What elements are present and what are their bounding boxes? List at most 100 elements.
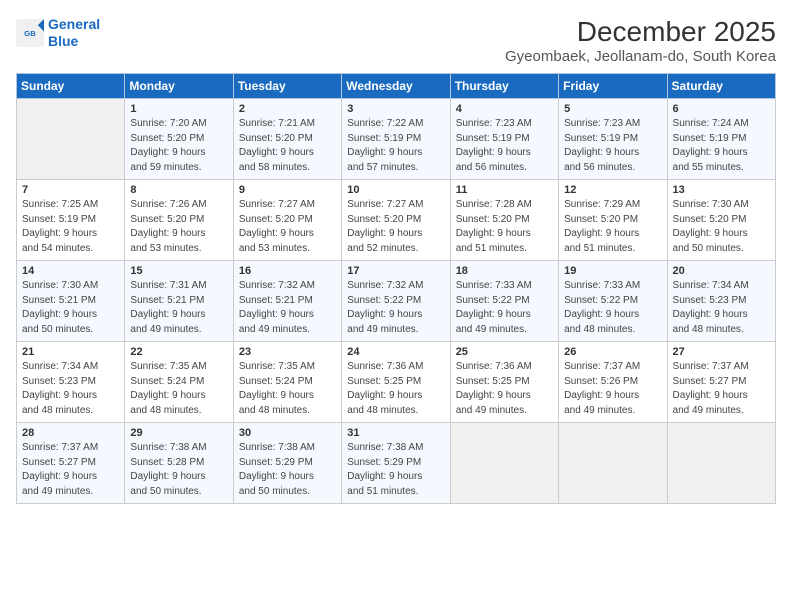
calendar-cell: 18Sunrise: 7:33 AMSunset: 5:22 PMDayligh… xyxy=(450,261,558,342)
cell-content: Sunrise: 7:38 AMSunset: 5:29 PMDaylight:… xyxy=(239,441,336,499)
calendar-cell: 30Sunrise: 7:38 AMSunset: 5:29 PMDayligh… xyxy=(233,423,341,504)
calendar-cell: 2Sunrise: 7:21 AMSunset: 5:20 PMDaylight… xyxy=(233,99,341,180)
cell-content: Sunrise: 7:37 AMSunset: 5:26 PMDaylight:… xyxy=(564,360,661,418)
day-number: 1 xyxy=(130,103,227,115)
calendar-cell: 6 Sunrise: 7:24 AMSunset: 5:19 PMDaylight… xyxy=(667,99,775,180)
calendar-cell: 11Sunrise: 7:28 AMSunset: 5:20 PMDayligh… xyxy=(450,180,558,261)
cell-content: Sunrise: 7:23 AMSunset: 5:19 PMDaylight:… xyxy=(456,117,553,175)
logo-line2: Blue xyxy=(48,33,78,49)
calendar-cell: 9 Sunrise: 7:27 AMSunset: 5:20 PMDaylight… xyxy=(233,180,341,261)
calendar-title: December 2025 xyxy=(505,16,776,48)
day-number: 3 xyxy=(347,103,444,115)
day-number: 14 xyxy=(22,265,119,277)
cell-content: Sunrise: 7:24 AMSunset: 5:19 PMDaylight:… xyxy=(673,117,770,175)
col-header-sunday: Sunday xyxy=(17,74,125,99)
calendar-week-row: 14 Sunrise: 7:30 AMSunset: 5:21 PMDayligh… xyxy=(17,261,776,342)
cell-content: Sunrise: 7:36 AMSunset: 5:25 PMDaylight:… xyxy=(456,360,553,418)
day-number: 5 xyxy=(564,103,661,115)
day-number: 8 xyxy=(130,184,227,196)
calendar-week-row: 28Sunrise: 7:37 AMSunset: 5:27 PMDayligh… xyxy=(17,423,776,504)
calendar-cell: 24 Sunrise: 7:36 AMSunset: 5:25 PMDayligh… xyxy=(342,342,450,423)
cell-content: Sunrise: 7:36 AMSunset: 5:25 PMDaylight:… xyxy=(347,360,444,418)
day-number: 24 xyxy=(347,346,444,358)
day-number: 10 xyxy=(347,184,444,196)
calendar-cell: 4 Sunrise: 7:23 AMSunset: 5:19 PMDaylight… xyxy=(450,99,558,180)
day-number: 27 xyxy=(673,346,770,358)
col-header-monday: Monday xyxy=(125,74,233,99)
calendar-cell xyxy=(667,423,775,504)
cell-content: Sunrise: 7:34 AMSunset: 5:23 PMDaylight:… xyxy=(22,360,119,418)
day-number: 19 xyxy=(564,265,661,277)
title-block: December 2025 Gyeombaek, Jeollanam-do, S… xyxy=(505,16,776,65)
cell-content: Sunrise: 7:23 AMSunset: 5:19 PMDaylight:… xyxy=(564,117,661,175)
page-header: GB General Blue December 2025 Gyeombaek,… xyxy=(16,16,776,65)
cell-content: Sunrise: 7:35 AMSunset: 5:24 PMDaylight:… xyxy=(239,360,336,418)
day-number: 12 xyxy=(564,184,661,196)
calendar-subtitle: Gyeombaek, Jeollanam-do, South Korea xyxy=(505,48,776,65)
calendar-week-row: 7Sunrise: 7:25 AMSunset: 5:19 PMDaylight… xyxy=(17,180,776,261)
calendar-cell: 15Sunrise: 7:31 AMSunset: 5:21 PMDayligh… xyxy=(125,261,233,342)
col-header-thursday: Thursday xyxy=(450,74,558,99)
cell-content: Sunrise: 7:32 AMSunset: 5:22 PMDaylight:… xyxy=(347,279,444,337)
calendar-cell: 12 Sunrise: 7:29 AMSunset: 5:20 PMDayligh… xyxy=(559,180,667,261)
calendar-week-row: 21 Sunrise: 7:34 AMSunset: 5:23 PMDayligh… xyxy=(17,342,776,423)
day-number: 11 xyxy=(456,184,553,196)
day-number: 6 xyxy=(673,103,770,115)
cell-content: Sunrise: 7:30 AMSunset: 5:21 PMDaylight:… xyxy=(22,279,119,337)
calendar-cell: 29 Sunrise: 7:38 AMSunset: 5:28 PMDayligh… xyxy=(125,423,233,504)
cell-content: Sunrise: 7:27 AMSunset: 5:20 PMDaylight:… xyxy=(347,198,444,256)
calendar-cell: 13Sunrise: 7:30 AMSunset: 5:20 PMDayligh… xyxy=(667,180,775,261)
calendar-cell: 3Sunrise: 7:22 AMSunset: 5:19 PMDaylight… xyxy=(342,99,450,180)
calendar-cell: 16 Sunrise: 7:32 AMSunset: 5:21 PMDayligh… xyxy=(233,261,341,342)
calendar-cell xyxy=(450,423,558,504)
day-number: 25 xyxy=(456,346,553,358)
calendar-cell: 28Sunrise: 7:37 AMSunset: 5:27 PMDayligh… xyxy=(17,423,125,504)
cell-content: Sunrise: 7:32 AMSunset: 5:21 PMDaylight:… xyxy=(239,279,336,337)
cell-content: Sunrise: 7:26 AMSunset: 5:20 PMDaylight:… xyxy=(130,198,227,256)
col-header-saturday: Saturday xyxy=(667,74,775,99)
calendar-cell: 17 Sunrise: 7:32 AMSunset: 5:22 PMDayligh… xyxy=(342,261,450,342)
svg-text:GB: GB xyxy=(24,29,36,38)
calendar-cell: 14 Sunrise: 7:30 AMSunset: 5:21 PMDayligh… xyxy=(17,261,125,342)
day-number: 15 xyxy=(130,265,227,277)
calendar-cell: 23Sunrise: 7:35 AMSunset: 5:24 PMDayligh… xyxy=(233,342,341,423)
cell-content: Sunrise: 7:37 AMSunset: 5:27 PMDaylight:… xyxy=(22,441,119,499)
calendar-cell: 7Sunrise: 7:25 AMSunset: 5:19 PMDaylight… xyxy=(17,180,125,261)
day-number: 29 xyxy=(130,427,227,439)
calendar-cell: 22 Sunrise: 7:35 AMSunset: 5:24 PMDayligh… xyxy=(125,342,233,423)
day-number: 13 xyxy=(673,184,770,196)
logo: GB General Blue xyxy=(16,16,100,50)
col-header-wednesday: Wednesday xyxy=(342,74,450,99)
calendar-week-row: 1 Sunrise: 7:20 AMSunset: 5:20 PMDaylight… xyxy=(17,99,776,180)
day-number: 16 xyxy=(239,265,336,277)
calendar-cell: 10 Sunrise: 7:27 AMSunset: 5:20 PMDayligh… xyxy=(342,180,450,261)
cell-content: Sunrise: 7:27 AMSunset: 5:20 PMDaylight:… xyxy=(239,198,336,256)
day-number: 21 xyxy=(22,346,119,358)
calendar-cell: 20Sunrise: 7:34 AMSunset: 5:23 PMDayligh… xyxy=(667,261,775,342)
calendar-cell: 25 Sunrise: 7:36 AMSunset: 5:25 PMDayligh… xyxy=(450,342,558,423)
day-number: 4 xyxy=(456,103,553,115)
col-header-friday: Friday xyxy=(559,74,667,99)
day-number: 20 xyxy=(673,265,770,277)
logo-line1: General xyxy=(48,16,100,32)
cell-content: Sunrise: 7:38 AMSunset: 5:28 PMDaylight:… xyxy=(130,441,227,499)
cell-content: Sunrise: 7:37 AMSunset: 5:27 PMDaylight:… xyxy=(673,360,770,418)
cell-content: Sunrise: 7:29 AMSunset: 5:20 PMDaylight:… xyxy=(564,198,661,256)
calendar-cell: 19Sunrise: 7:33 AMSunset: 5:22 PMDayligh… xyxy=(559,261,667,342)
calendar-header-row: SundayMondayTuesdayWednesdayThursdayFrid… xyxy=(17,74,776,99)
calendar-cell: 31 Sunrise: 7:38 AMSunset: 5:29 PMDayligh… xyxy=(342,423,450,504)
cell-content: Sunrise: 7:38 AMSunset: 5:29 PMDaylight:… xyxy=(347,441,444,499)
cell-content: Sunrise: 7:20 AMSunset: 5:20 PMDaylight:… xyxy=(130,117,227,175)
day-number: 17 xyxy=(347,265,444,277)
day-number: 26 xyxy=(564,346,661,358)
day-number: 22 xyxy=(130,346,227,358)
day-number: 2 xyxy=(239,103,336,115)
calendar-cell: 1 Sunrise: 7:20 AMSunset: 5:20 PMDaylight… xyxy=(125,99,233,180)
day-number: 9 xyxy=(239,184,336,196)
day-number: 31 xyxy=(347,427,444,439)
calendar-table: SundayMondayTuesdayWednesdayThursdayFrid… xyxy=(16,73,776,504)
cell-content: Sunrise: 7:33 AMSunset: 5:22 PMDaylight:… xyxy=(456,279,553,337)
calendar-cell xyxy=(559,423,667,504)
logo-icon: GB xyxy=(16,19,44,47)
cell-content: Sunrise: 7:35 AMSunset: 5:24 PMDaylight:… xyxy=(130,360,227,418)
